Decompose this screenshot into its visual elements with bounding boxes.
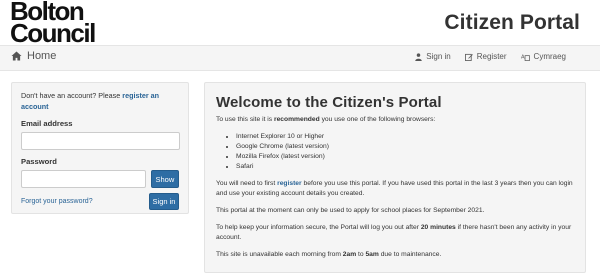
browser-item: Safari	[236, 162, 574, 172]
bolton-council-logo[interactable]: Bolton Council	[10, 0, 96, 48]
password-field[interactable]	[21, 170, 146, 188]
welcome-panel: Welcome to the Citizen's Portal To use t…	[204, 82, 586, 273]
language-icon: A	[521, 54, 530, 61]
login-panel: Don't have an account? Please register a…	[11, 82, 189, 214]
school-places-notice: This portal at the moment can only be us…	[216, 207, 485, 214]
email-label: Email address	[21, 119, 73, 128]
forgot-password-link[interactable]: Forgot your password?	[21, 198, 93, 205]
email-field[interactable]	[21, 132, 180, 150]
security-notice-prefix: To help keep your information secure, th…	[216, 224, 419, 231]
nav-register-label: Register	[476, 52, 507, 61]
login-prompt-text: Don't have an account? Please	[21, 91, 121, 100]
welcome-title: Welcome to the Citizen's Portal	[216, 94, 442, 111]
maintenance-start: 2am	[342, 251, 357, 258]
user-icon	[415, 52, 423, 61]
browser-intro-suffix: you use one of the following browsers:	[321, 116, 436, 123]
edit-icon	[464, 53, 473, 61]
browser-item: Internet Explorer 10 or Higher	[236, 132, 574, 142]
nav-signin-link[interactable]: Sign in	[415, 52, 451, 61]
login-prompt: Don't have an account? Please register a…	[21, 91, 179, 112]
nav-cymraeg-label: Cymraeg	[533, 52, 566, 61]
nav-home-link[interactable]: Home	[11, 50, 56, 62]
nav-signin-label: Sign in	[426, 52, 451, 61]
browser-item: Google Chrome (latest version)	[236, 142, 574, 152]
logo-line-2: Council	[10, 18, 96, 48]
maintenance-notice: This site is unavailable each morning fr…	[216, 250, 574, 260]
sign-in-button[interactable]: Sign in	[149, 193, 179, 210]
show-password-button[interactable]: Show	[150, 170, 179, 188]
maintenance-suffix: due to maintenance.	[380, 251, 442, 258]
browser-intro-bold: recommended	[273, 116, 320, 123]
nav-cymraeg-link[interactable]: A Cymraeg	[521, 52, 566, 61]
portal-title: Citizen Portal	[444, 11, 580, 34]
forgot-row: Forgot your password? Sign in	[21, 193, 179, 210]
nav-register-link[interactable]: Register	[464, 52, 507, 61]
nav-right: Sign in Register A Cymraeg	[415, 52, 566, 61]
browser-item: Mozilla Firefox (latest version)	[236, 152, 574, 162]
register-notice: You will need to first register before y…	[216, 179, 574, 199]
register-link[interactable]: register	[277, 180, 302, 187]
password-row: Show	[21, 170, 179, 188]
browser-intro: To use this site it is recommended you u…	[216, 115, 574, 125]
home-icon	[11, 51, 22, 61]
maintenance-to-word: to	[358, 251, 364, 258]
maintenance-prefix: This site is unavailable each morning fr…	[216, 251, 341, 258]
browser-list: Internet Explorer 10 or Higher Google Ch…	[236, 132, 574, 172]
password-label: Password	[21, 157, 57, 166]
header: Bolton Council Citizen Portal	[0, 0, 600, 48]
browser-intro-prefix: To use this site it is	[216, 116, 273, 123]
register-notice-prefix: You will need to first	[216, 180, 276, 187]
navbar: Home Sign in Register A Cymraeg	[0, 45, 600, 71]
maintenance-end: 5am	[365, 251, 379, 258]
svg-text:A: A	[521, 54, 525, 60]
security-timeout: 20 minutes	[420, 224, 456, 231]
nav-home-label: Home	[27, 50, 57, 62]
security-notice: To help keep your information secure, th…	[216, 223, 574, 243]
